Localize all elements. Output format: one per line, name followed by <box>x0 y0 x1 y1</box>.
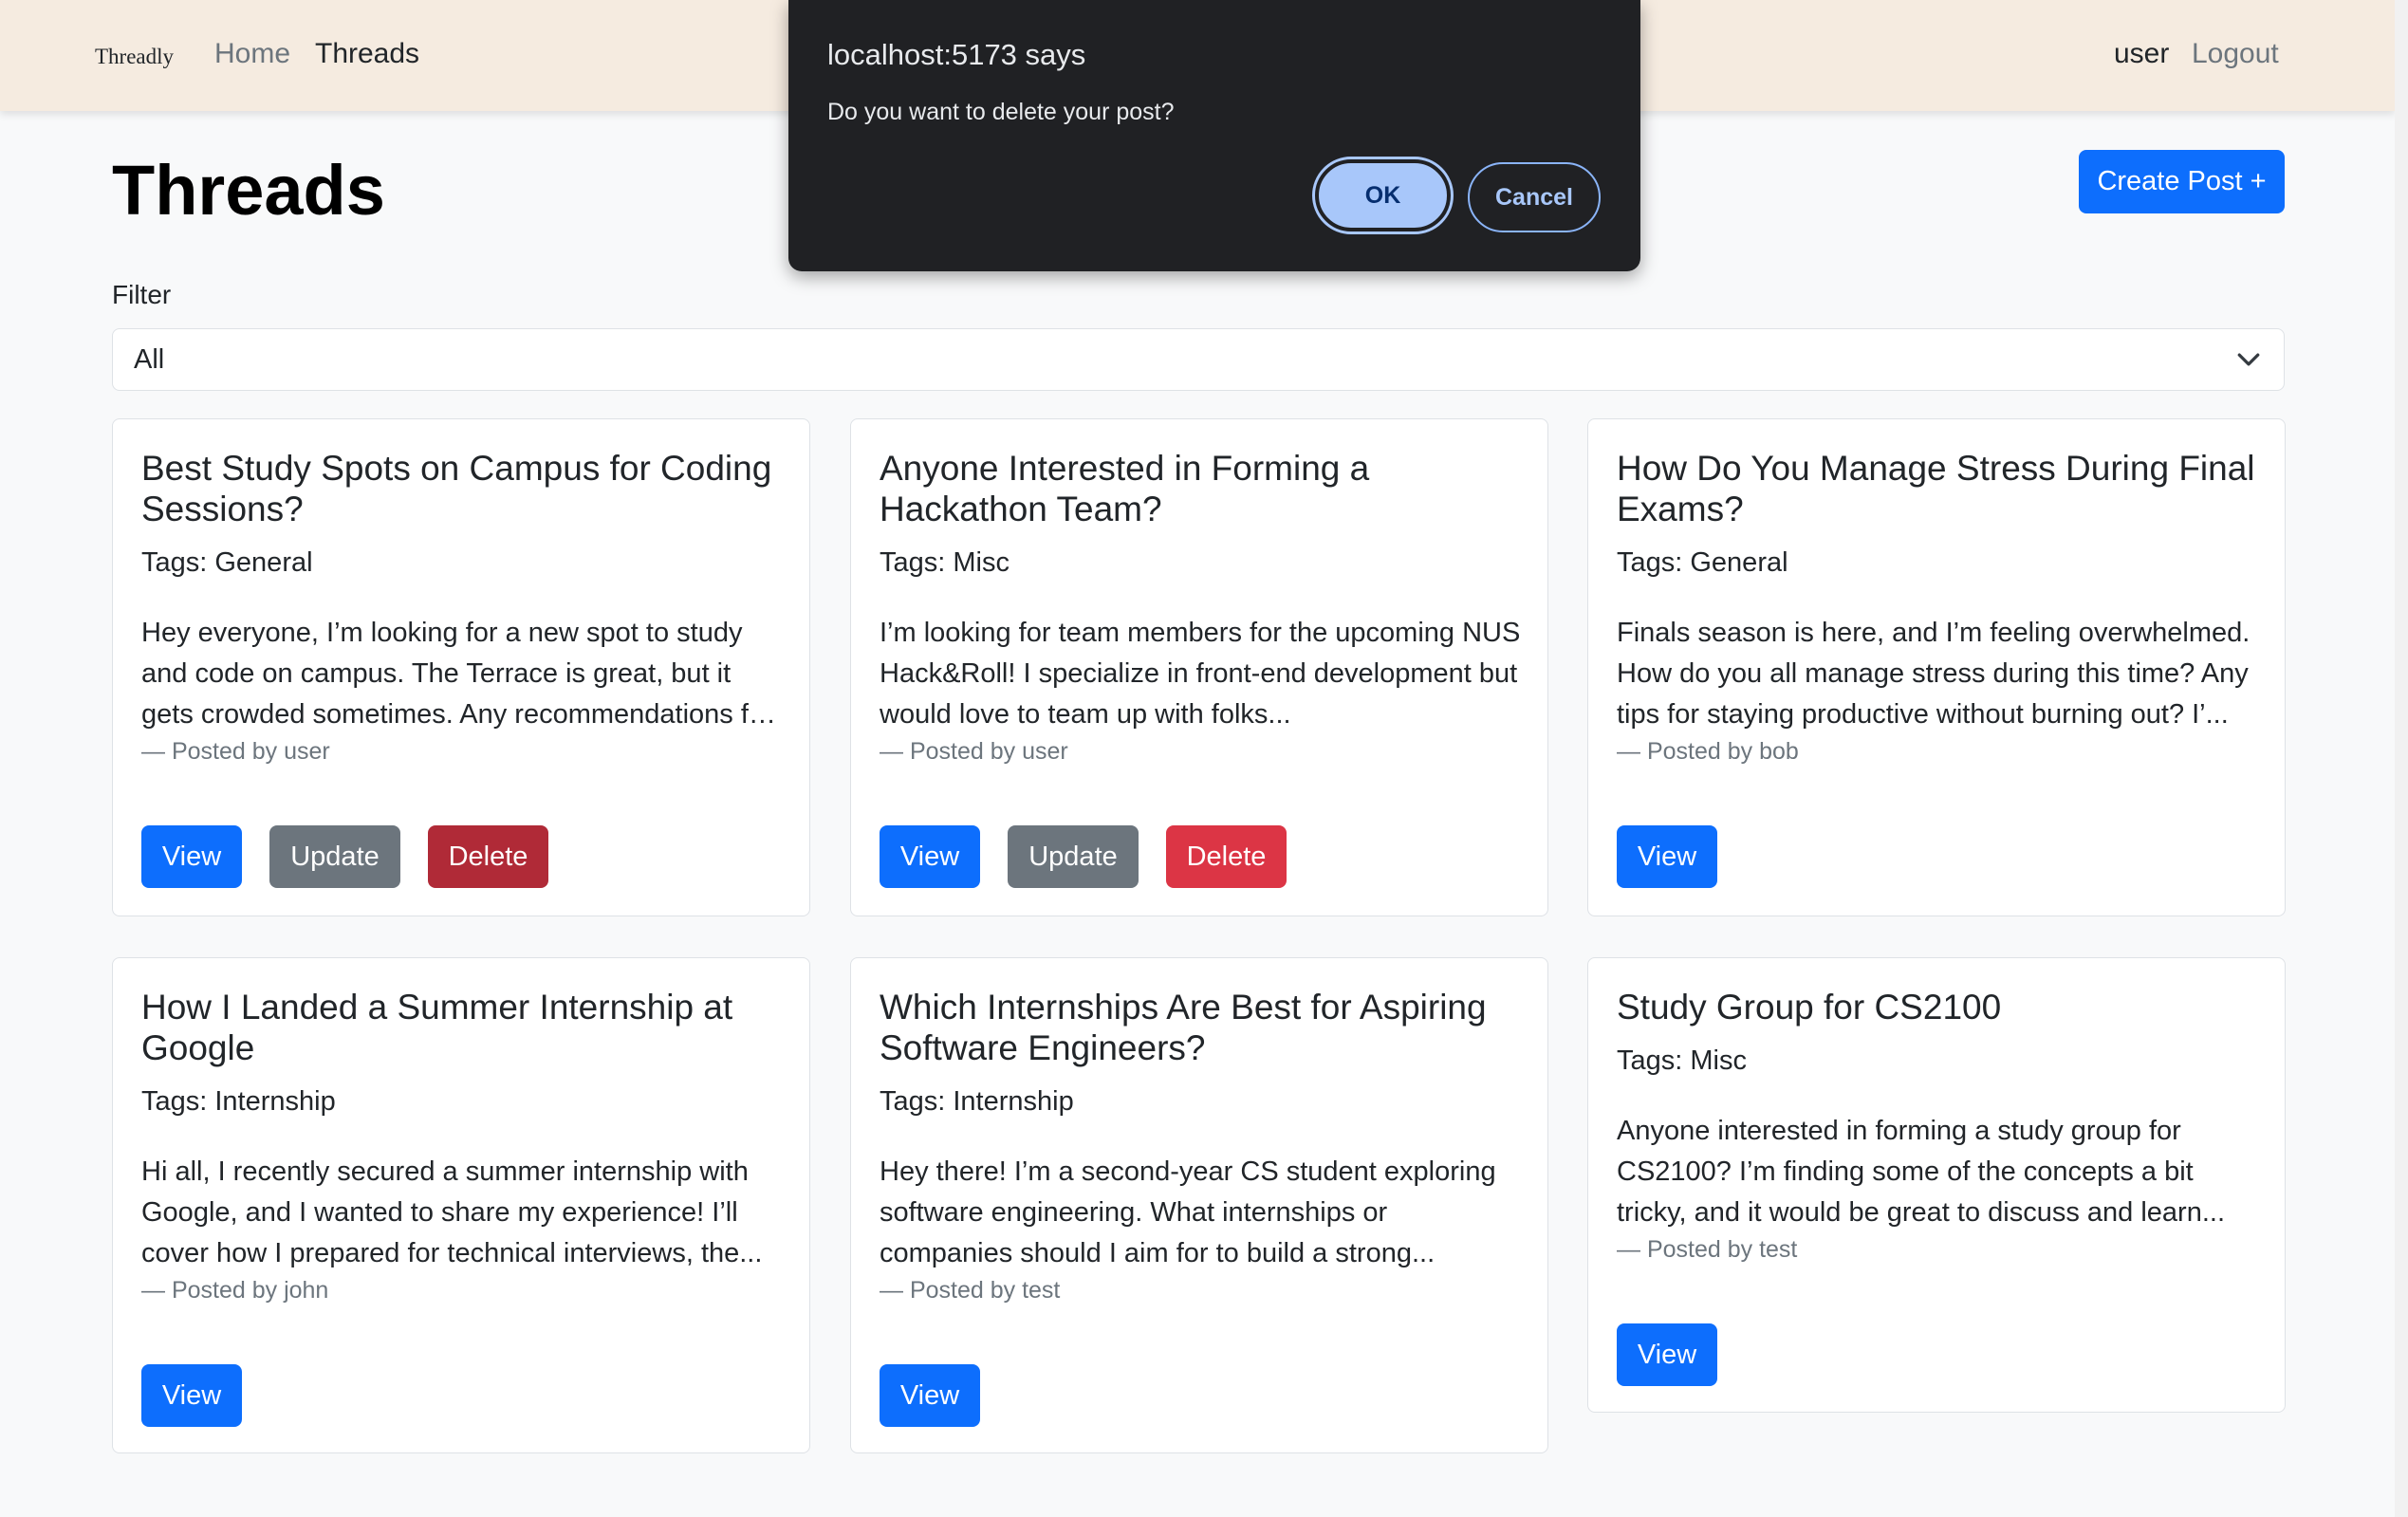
post-actions: View <box>880 1364 980 1427</box>
chevron-down-icon <box>2237 353 2260 366</box>
post-author: — Posted by bob <box>1617 738 1799 765</box>
post-excerpt: Hey there! I’m a second-year CS student … <box>880 1156 1496 1268</box>
dialog-cancel-button[interactable]: Cancel <box>1468 162 1601 232</box>
post-card: How Do You Manage Stress During Final Ex… <box>1587 418 2286 916</box>
filter-label: Filter <box>112 280 172 309</box>
delete-button[interactable]: Delete <box>1166 825 1287 888</box>
nav-threads-link[interactable]: Threads <box>315 38 419 70</box>
view-button[interactable]: View <box>880 1364 980 1427</box>
filter-select[interactable]: All <box>112 328 2285 391</box>
post-actions: View <box>141 1364 242 1427</box>
post-excerpt: Anyone interested in forming a study gro… <box>1617 1116 2226 1228</box>
post-excerpt: I’m looking for team members for the upc… <box>880 618 1521 730</box>
post-tags: Tags: Internship <box>880 1086 1074 1117</box>
post-author: — Posted by user <box>880 738 1068 765</box>
post-card: Best Study Spots on Campus for Coding Se… <box>112 418 810 916</box>
post-actions: View <box>1617 1323 1717 1386</box>
post-title: How I Landed a Summer Internship at Goog… <box>141 988 733 1067</box>
post-actions: View Update Delete <box>880 825 1287 888</box>
post-title: Anyone Interested in Forming a Hackathon… <box>880 449 1370 528</box>
post-title: Which Internships Are Best for Aspiring … <box>880 988 1487 1067</box>
view-button[interactable]: View <box>1617 825 1717 888</box>
post-actions: View Update Delete <box>141 825 548 888</box>
update-button[interactable]: Update <box>269 825 400 888</box>
post-tags: Tags: Misc <box>1617 1045 1747 1076</box>
confirm-dialog: localhost:5173 says Do you want to delet… <box>788 0 1640 271</box>
view-button[interactable]: View <box>141 1364 242 1427</box>
update-button[interactable]: Update <box>1008 825 1139 888</box>
post-tags: Tags: General <box>141 547 313 578</box>
post-author: — Posted by test <box>880 1277 1061 1304</box>
post-author: — Posted by test <box>1617 1236 1798 1263</box>
delete-button[interactable]: Delete <box>428 825 548 888</box>
page-scrollbar[interactable] <box>2395 0 2408 1517</box>
filter-selected-value: All <box>134 343 165 375</box>
post-title: Best Study Spots on Campus for Coding Se… <box>141 449 772 528</box>
post-actions: View <box>1617 825 1717 888</box>
post-tags: Tags: Misc <box>880 547 1010 578</box>
post-card: How I Landed a Summer Internship at Goog… <box>112 957 810 1453</box>
nav-username: user <box>2114 38 2170 69</box>
post-tags: Tags: Internship <box>141 1086 336 1117</box>
post-author: — Posted by john <box>141 1277 329 1304</box>
post-card: Which Internships Are Best for Aspiring … <box>850 957 1548 1453</box>
post-excerpt: Hi all, I recently secured a summer inte… <box>141 1156 763 1268</box>
post-excerpt: Finals season is here, and I’m feeling o… <box>1617 618 2251 730</box>
dialog-title: localhost:5173 says <box>827 38 1086 71</box>
nav-logout-link[interactable]: Logout <box>2192 38 2279 70</box>
view-button[interactable]: View <box>141 825 242 888</box>
post-card: Anyone Interested in Forming a Hackathon… <box>850 418 1548 916</box>
post-title: Study Group for CS2100 <box>1617 988 2002 1027</box>
page-title: Threads <box>112 151 385 230</box>
brand-logo[interactable]: Threadly <box>95 45 174 69</box>
post-excerpt: Hey everyone, I’m looking for a new spot… <box>141 618 773 730</box>
post-author: — Posted by user <box>141 738 330 765</box>
post-title: How Do You Manage Stress During Final Ex… <box>1617 449 2255 528</box>
view-button[interactable]: View <box>1617 1323 1717 1386</box>
post-tags: Tags: General <box>1617 547 1788 578</box>
dialog-message: Do you want to delete your post? <box>827 99 1175 125</box>
post-card: Study Group for CS2100 Tags: Misc Anyone… <box>1587 957 2286 1413</box>
nav-home-link[interactable]: Home <box>214 38 290 70</box>
view-button[interactable]: View <box>880 825 980 888</box>
dialog-ok-button[interactable]: OK <box>1312 157 1454 234</box>
create-post-button[interactable]: Create Post + <box>2079 150 2285 213</box>
